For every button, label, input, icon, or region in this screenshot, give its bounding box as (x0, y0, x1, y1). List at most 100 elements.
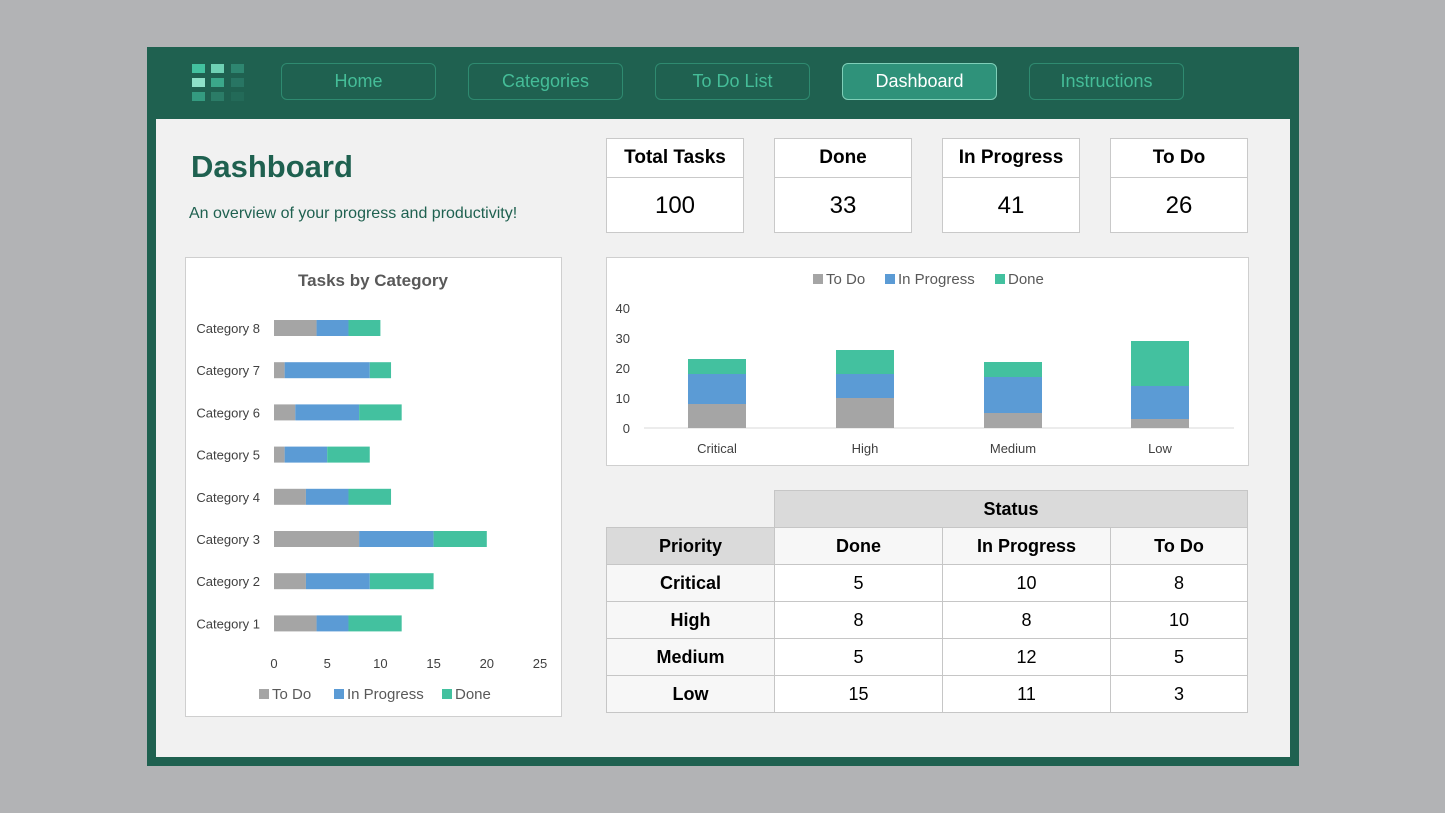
kpi-in-progress: In Progress 41 (942, 138, 1080, 233)
pivot-col-header: Done (774, 527, 943, 565)
nav-dashboard-button[interactable]: Dashboard (842, 63, 997, 100)
dashboard-content: Dashboard An overview of your progress a… (156, 119, 1290, 757)
legend-swatch-to-do (813, 274, 823, 284)
table-row: Medium 5 12 5 (606, 638, 1248, 676)
y-tick-label: 40 (616, 301, 630, 316)
page-subtitle: An overview of your progress and product… (189, 205, 518, 222)
column-in-progress (688, 374, 746, 404)
category-label: Category 5 (196, 448, 260, 463)
column-to-do (836, 398, 894, 428)
kpi-label: Total Tasks (607, 139, 743, 178)
y-tick-label: 10 (616, 391, 630, 406)
category-label: Category 7 (196, 363, 260, 378)
kpi-done: Done 33 (774, 138, 912, 233)
category-label: Critical (697, 441, 737, 456)
table-row: Critical 5 10 8 (606, 564, 1248, 602)
bar-in-progress (359, 531, 434, 547)
pivot-row-header: High (606, 601, 775, 639)
bar-to-do (274, 488, 306, 505)
column-to-do (688, 404, 746, 428)
bar-in-progress (316, 615, 349, 632)
legend-swatch-done (442, 689, 452, 699)
bar-to-do (274, 404, 296, 421)
column-done (688, 359, 746, 374)
legend-label: Done (1008, 271, 1044, 288)
pivot-cell: 8 (774, 601, 943, 639)
legend-label: In Progress (898, 271, 975, 288)
bar-in-progress (316, 320, 349, 336)
bar-to-do (274, 573, 306, 590)
pivot-cell: 10 (942, 564, 1111, 602)
bar-to-do (274, 531, 360, 547)
column-in-progress (984, 377, 1042, 413)
page-title: Dashboard (191, 149, 353, 184)
pivot-row-header: Critical (606, 564, 775, 602)
y-tick-label: 0 (623, 421, 630, 436)
kpi-label: In Progress (943, 139, 1079, 178)
kpi-value: 41 (997, 192, 1025, 219)
nav-categories-button[interactable]: Categories (468, 63, 623, 100)
pivot-cell: 5 (1110, 638, 1248, 676)
x-tick-label: 20 (480, 656, 494, 671)
tasks-by-priority-chart[interactable]: To Do In Progress Done 0 10 20 30 40 Critical H… (606, 257, 1249, 466)
legend-swatch-done (995, 274, 1005, 284)
bar-to-do (274, 362, 285, 379)
column-done (1131, 341, 1189, 386)
pivot-status-header: Status (774, 490, 1248, 528)
category-label: Category 3 (196, 532, 260, 547)
kpi-label: Done (775, 139, 911, 178)
column-done (984, 362, 1042, 377)
y-tick-label: 30 (616, 331, 630, 346)
bar-done (327, 446, 370, 463)
table-row: Low 15 11 3 (606, 675, 1248, 713)
pivot-col-header: To Do (1110, 527, 1248, 565)
kpi-value: 26 (1165, 192, 1193, 219)
pivot-cell: 15 (774, 675, 943, 713)
pivot-row-header: Medium (606, 638, 775, 676)
x-tick-label: 10 (373, 656, 387, 671)
grid-logo-icon (192, 64, 246, 102)
bar-done (348, 615, 402, 632)
x-tick-label: 5 (324, 656, 331, 671)
tasks-by-category-chart[interactable]: Tasks by Category Category 1 Category 2 Ca… (185, 257, 562, 717)
pivot-priority-header: Priority (606, 527, 775, 565)
category-label: Category 4 (196, 490, 260, 505)
category-label: Category 6 (196, 405, 260, 420)
pivot-cell: 8 (942, 601, 1111, 639)
category-label: Category 1 (196, 616, 260, 631)
kpi-value: 33 (829, 192, 857, 219)
chart-title: Tasks by Category (298, 271, 448, 290)
y-tick-label: 20 (616, 361, 630, 376)
column-done (836, 350, 894, 374)
category-label: Low (1148, 441, 1172, 456)
bar-done (369, 573, 434, 590)
bar-to-do (274, 615, 317, 632)
nav-instructions-button[interactable]: Instructions (1029, 63, 1184, 100)
bar-done (348, 320, 381, 336)
priority-status-pivot-table: Status Priority Done In Progress To Do C… (606, 490, 1248, 713)
bar-in-progress (284, 446, 328, 463)
bar-in-progress (305, 573, 370, 590)
category-label: High (852, 441, 879, 456)
pivot-blank-cell (607, 491, 775, 528)
category-label: Category 8 (196, 321, 260, 336)
table-row: High 8 8 10 (606, 601, 1248, 639)
category-label: Medium (990, 441, 1036, 456)
bar-to-do (274, 446, 285, 463)
pivot-cell: 8 (1110, 564, 1248, 602)
column-in-progress (1131, 386, 1189, 419)
pivot-row-header: Low (606, 675, 775, 713)
legend-label: Done (455, 686, 491, 703)
pivot-cell: 3 (1110, 675, 1248, 713)
bar-in-progress (305, 488, 349, 505)
legend-swatch-in-progress (334, 689, 344, 699)
bar-done (348, 488, 392, 505)
pivot-cell: 5 (774, 638, 943, 676)
pivot-cell: 5 (774, 564, 943, 602)
nav-todo-list-button[interactable]: To Do List (655, 63, 810, 100)
tasks-by-category-svg: Tasks by Category Category 1 Category 2 Ca… (196, 271, 547, 703)
bar-done (369, 362, 392, 379)
tasks-by-priority-svg: To Do In Progress Done 0 10 20 30 40 Critical H… (616, 271, 1234, 456)
nav-home-button[interactable]: Home (281, 63, 436, 100)
x-tick-label: 25 (533, 656, 547, 671)
